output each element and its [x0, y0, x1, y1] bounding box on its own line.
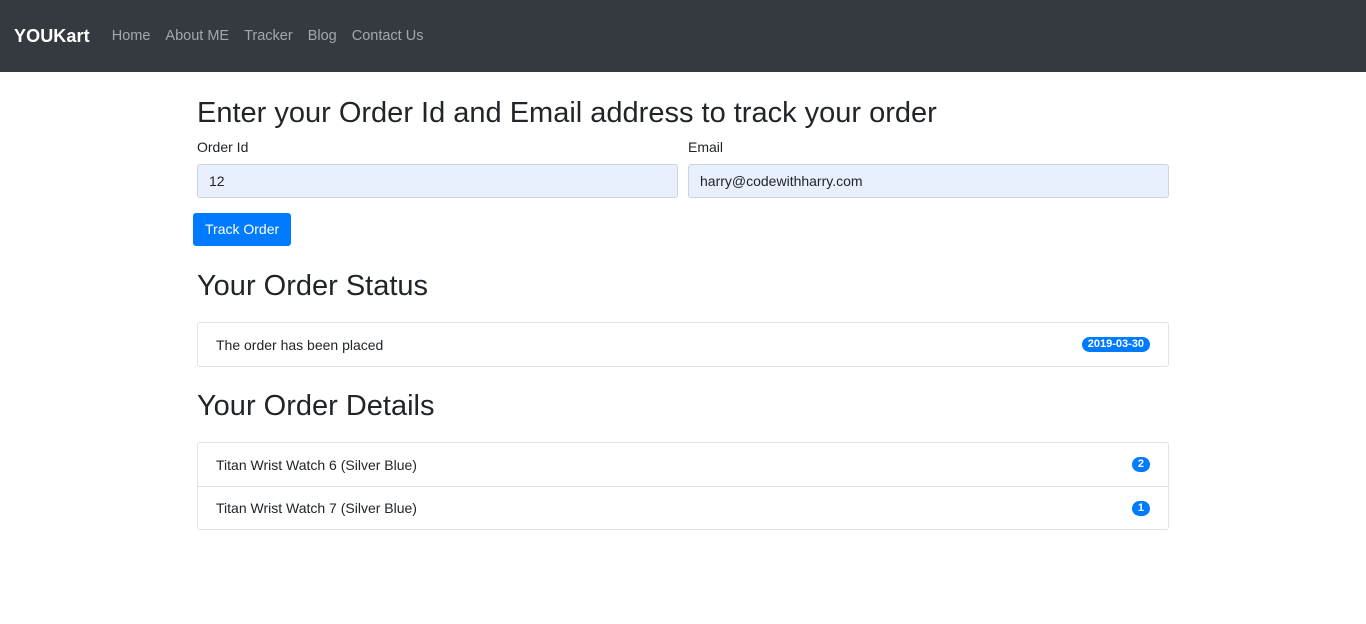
page-title: Enter your Order Id and Email address to… [197, 97, 937, 129]
order-id-label: Order Id [197, 139, 249, 155]
order-status-heading: Your Order Status [197, 270, 429, 302]
list-item: The order has been placed 2019-03-30 [198, 323, 1168, 366]
quantity-badge: 2 [1131, 457, 1150, 472]
main-container: Enter your Order Id and Email address to… [193, 96, 1169, 530]
navbar: YOUKart Home About ME Tracker Blog Conta… [0, 0, 1366, 72]
email-input[interactable] [688, 164, 1169, 198]
order-id-input[interactable] [197, 164, 678, 198]
quantity-badge: 1 [1131, 500, 1150, 516]
email-label: Email [688, 139, 724, 155]
status-date-badge: 2019-03-30 [1081, 337, 1150, 352]
brand-logo-link[interactable]: YOUKart [14, 26, 90, 47]
item-name: Titan Wrist Watch 7 (Silver Blue) [216, 500, 417, 516]
email-group: Email [688, 139, 1169, 198]
list-item: Titan Wrist Watch 7 (Silver Blue) 1 [198, 486, 1168, 529]
track-order-button[interactable]: Track Order [193, 213, 292, 246]
nav-link-home[interactable]: Home [112, 28, 151, 44]
item-name: Titan Wrist Watch 6 (Silver Blue) [216, 456, 417, 473]
track-order-form: Order Id Email Track Order [193, 139, 1169, 246]
form-row: Order Id Email [197, 139, 1169, 198]
status-text: The order has been placed [216, 336, 384, 353]
nav-link-contact-us[interactable]: Contact Us [352, 28, 424, 44]
order-details-list: Titan Wrist Watch 6 (Silver Blue) 2 Tita… [197, 442, 1169, 530]
order-id-group: Order Id [197, 139, 678, 198]
list-item: Titan Wrist Watch 6 (Silver Blue) 2 [198, 443, 1168, 486]
nav-link-tracker[interactable]: Tracker [244, 28, 293, 44]
order-status-list: The order has been placed 2019-03-30 [197, 322, 1169, 367]
order-details-heading: Your Order Details [197, 390, 435, 422]
nav-link-about-me[interactable]: About ME [165, 28, 229, 44]
nav-link-blog[interactable]: Blog [308, 28, 337, 44]
